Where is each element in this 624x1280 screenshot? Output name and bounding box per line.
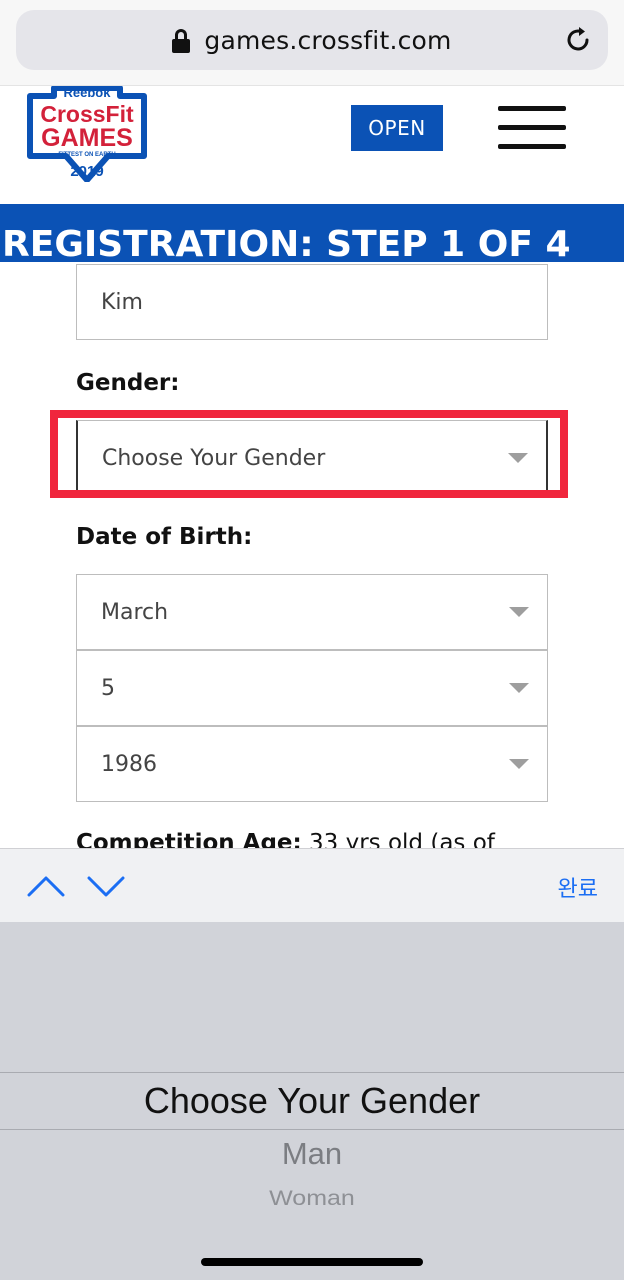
competition-age-value: 33 yrs old (as of <box>309 830 495 848</box>
last-name-field[interactable]: Kim <box>76 264 548 340</box>
gender-label: Gender: <box>76 370 180 396</box>
picker-option-woman[interactable]: Woman <box>0 1186 624 1211</box>
svg-text:FITTEST ON EARTH: FITTEST ON EARTH <box>58 152 115 158</box>
keyboard-accessory-bar: 완료 <box>0 848 624 922</box>
done-button[interactable]: 완료 <box>558 871 598 903</box>
url-field[interactable]: games.crossfit.com <box>16 10 608 70</box>
registration-banner: REGISTRATION: STEP 1 OF 4 <box>0 204 624 262</box>
reload-icon[interactable] <box>562 24 594 56</box>
competition-age-label: Competition Age: <box>76 830 302 848</box>
dob-month-select[interactable]: March <box>76 574 548 650</box>
chevron-down-icon[interactable] <box>86 871 126 901</box>
hamburger-menu-icon[interactable] <box>498 106 568 150</box>
chevron-down-icon <box>509 759 529 769</box>
home-indicator <box>201 1258 423 1266</box>
dob-label: Date of Birth: <box>76 524 253 550</box>
competition-age: Competition Age: 33 yrs old (as of <box>76 830 495 848</box>
url-text: games.crossfit.com <box>204 25 452 55</box>
dob-year-value: 1986 <box>101 751 157 777</box>
picker-option-man[interactable]: Man <box>0 1136 624 1172</box>
page-title: REGISTRATION: STEP 1 OF 4 <box>2 224 571 262</box>
open-button[interactable]: OPEN <box>351 105 443 151</box>
site-header: Reebok CrossFit GAMES FITTEST ON EARTH 2… <box>0 86 624 204</box>
chevron-up-icon[interactable] <box>26 871 66 901</box>
dob-month-value: March <box>101 599 169 625</box>
dob-day-value: 5 <box>101 675 115 701</box>
dob-day-select[interactable]: 5 <box>76 650 548 726</box>
svg-text:Reebok: Reebok <box>64 86 112 100</box>
crossfit-games-logo[interactable]: Reebok CrossFit GAMES FITTEST ON EARTH 2… <box>24 86 150 182</box>
dob-year-select[interactable]: 1986 <box>76 726 548 802</box>
lock-icon <box>172 29 191 53</box>
gender-picker[interactable]: Choose Your Gender Man Woman <box>0 922 624 1280</box>
svg-text:2019: 2019 <box>70 163 103 180</box>
picker-option-selected[interactable]: Choose Your Gender <box>0 1080 624 1122</box>
chevron-down-icon <box>509 683 529 693</box>
svg-text:GAMES: GAMES <box>41 124 133 152</box>
registration-form: Kim Gender: Choose Your Gender Date of B… <box>0 262 624 848</box>
highlight-box <box>50 410 568 498</box>
browser-address-bar: games.crossfit.com <box>0 0 624 86</box>
chevron-down-icon <box>509 607 529 617</box>
